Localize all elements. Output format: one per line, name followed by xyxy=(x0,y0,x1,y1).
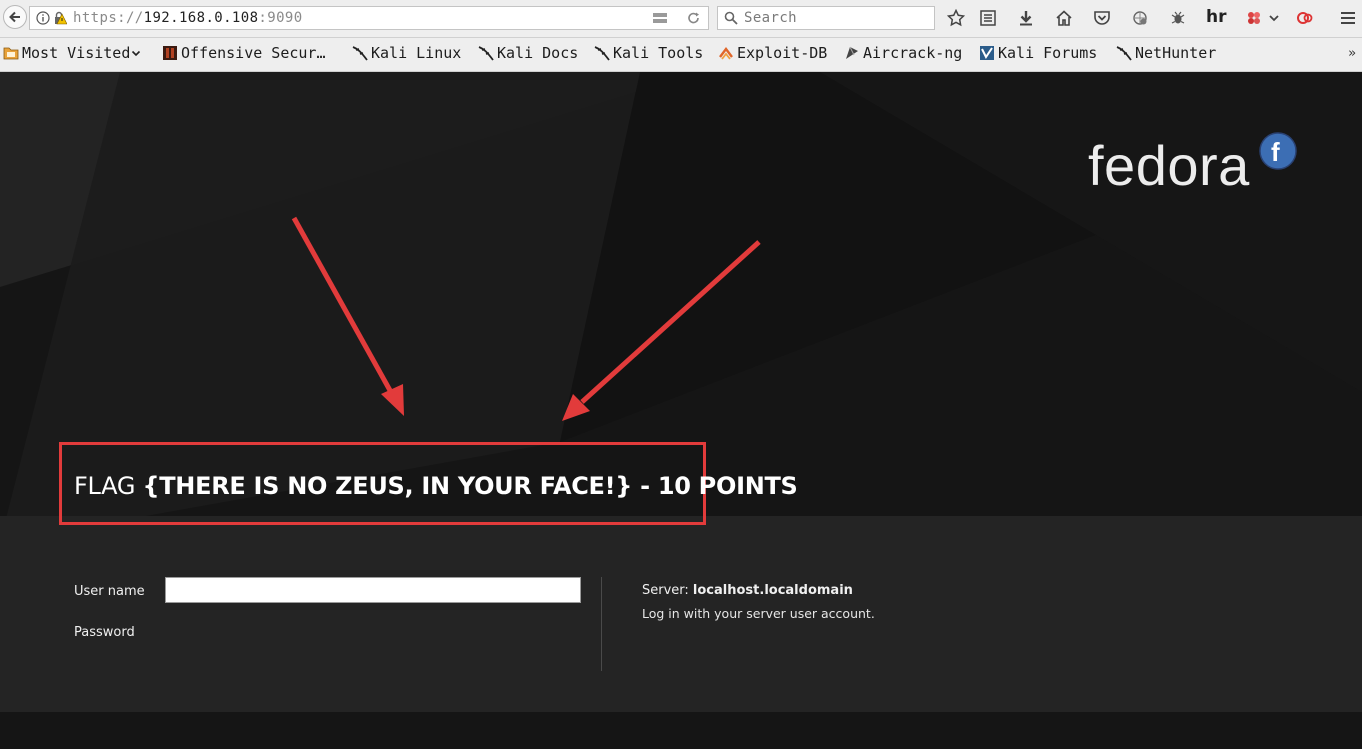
bookmark-label: NetHunter xyxy=(1135,44,1217,62)
browser-toolbar: https://192.168.0.108:9090 Search hr xyxy=(0,0,1362,38)
server-label: Server: xyxy=(642,583,693,598)
insecure-lock-icon[interactable] xyxy=(53,11,67,25)
bookmark-label: Kali Linux xyxy=(371,44,462,62)
bookmark-kali-tools[interactable]: Kali Tools xyxy=(594,44,703,62)
flag-prefix: FLAG xyxy=(74,472,143,500)
flag-heading: FLAG {THERE IS NO ZEUS, IN YOUR FACE!} -… xyxy=(74,472,798,500)
info-icon[interactable] xyxy=(36,11,50,25)
addon-icon[interactable] xyxy=(1245,9,1263,27)
bug-icon[interactable] xyxy=(1169,9,1187,27)
bookmark-kali-docs[interactable]: Kali Docs xyxy=(478,44,578,62)
bookmarks-overflow-button[interactable]: » xyxy=(1348,46,1356,61)
server-name: localhost.localdomain xyxy=(692,583,853,598)
search-icon xyxy=(724,11,738,25)
bookmark-kali-linux[interactable]: Kali Linux xyxy=(352,44,461,62)
search-placeholder: Search xyxy=(744,10,797,26)
download-icon[interactable] xyxy=(1017,9,1035,27)
offsec-icon xyxy=(163,46,177,60)
network-icon[interactable] xyxy=(652,11,668,25)
right-annotation-arrow xyxy=(562,240,761,421)
bookmarks-bar: Most Visited Offensive Secur… Kali Linux… xyxy=(0,38,1362,72)
reload-icon[interactable] xyxy=(686,11,702,25)
bookmark-label: Most Visited xyxy=(22,44,131,62)
url-host: 192.168.0.108 xyxy=(143,10,259,26)
exploitdb-icon xyxy=(719,47,733,60)
left-annotation-arrow xyxy=(291,216,404,416)
username-input[interactable] xyxy=(165,577,581,603)
bookmark-label: Kali Tools xyxy=(613,44,704,62)
star-icon[interactable] xyxy=(947,9,965,27)
bookmark-aircrack-ng[interactable]: Aircrack-ng xyxy=(844,44,962,62)
overflow-label: » xyxy=(1348,46,1356,61)
chevron-down-icon[interactable] xyxy=(1268,9,1280,27)
red-circle-icon[interactable] xyxy=(1296,9,1314,27)
kali-dragon-icon xyxy=(478,46,494,61)
extension-icon[interactable] xyxy=(1131,9,1149,27)
login-panel: User name Password Server: localhost.loc… xyxy=(0,516,1362,712)
password-label: Password xyxy=(74,625,135,640)
flag-value: {THERE IS NO ZEUS, IN YOUR FACE!} - 10 P… xyxy=(142,472,798,500)
search-bar[interactable]: Search xyxy=(717,6,935,30)
kali-dragon-icon xyxy=(352,46,368,61)
url-text[interactable]: https://192.168.0.108:9090 xyxy=(73,10,303,26)
forums-icon xyxy=(980,46,994,60)
bookmark-label: Offensive Secur… xyxy=(181,44,326,62)
bookmark-exploit-db[interactable]: Exploit-DB xyxy=(718,44,827,62)
hackerrank-icon[interactable]: hr xyxy=(1206,7,1227,27)
server-info: Server: localhost.localdomain xyxy=(642,583,853,598)
aircrack-icon xyxy=(846,46,858,59)
panel-divider xyxy=(601,577,602,671)
url-scheme: https:// xyxy=(73,10,144,26)
reading-list-icon[interactable] xyxy=(979,9,997,27)
kali-dragon-icon xyxy=(1116,46,1132,61)
username-label: User name xyxy=(74,584,145,599)
url-bar[interactable]: https://192.168.0.108:9090 xyxy=(29,6,709,30)
login-hint: Log in with your server user account. xyxy=(642,606,875,621)
bookmark-offensive-security[interactable]: Offensive Secur… xyxy=(162,44,326,62)
pocket-icon[interactable] xyxy=(1093,9,1111,27)
hackerrank-label: hr xyxy=(1206,7,1227,27)
chevron-down-icon xyxy=(132,50,141,57)
cockpit-login-page: fedora f User name Password Server: loca… xyxy=(0,72,1362,749)
back-button[interactable] xyxy=(3,5,27,29)
menu-icon[interactable] xyxy=(1339,9,1357,27)
bookmark-label: Kali Forums xyxy=(998,44,1098,62)
kali-dragon-icon xyxy=(594,46,610,61)
folder-icon xyxy=(3,47,19,60)
bookmark-kali-forums[interactable]: Kali Forums xyxy=(979,44,1097,62)
url-port: :9090 xyxy=(258,10,303,26)
back-arrow-icon xyxy=(9,11,20,23)
home-icon[interactable] xyxy=(1055,9,1073,27)
bookmark-nethunter[interactable]: NetHunter xyxy=(1116,44,1216,62)
bookmark-label: Kali Docs xyxy=(497,44,579,62)
bookmark-label: Exploit-DB xyxy=(737,44,828,62)
bookmark-label: Aircrack-ng xyxy=(863,44,963,62)
bookmark-most-visited[interactable]: Most Visited xyxy=(3,44,141,62)
